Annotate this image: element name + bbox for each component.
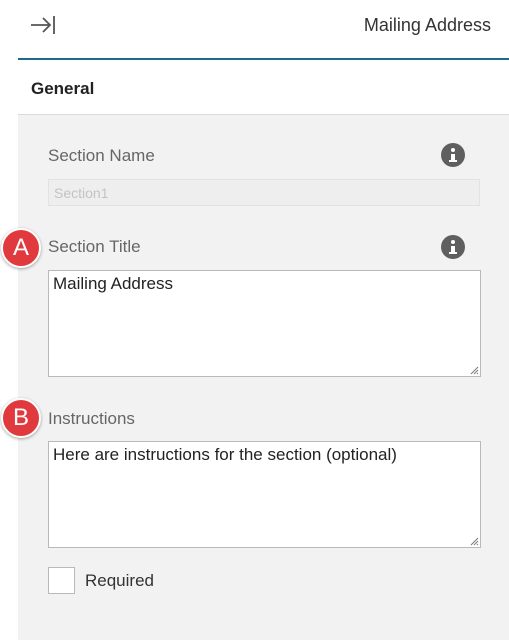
collapse-right-arrow-icon [31,16,55,34]
section-title-textarea[interactable]: Mailing Address [48,270,481,377]
section-title-value: Mailing Address [53,274,174,293]
callout-marker-b: B [1,398,41,438]
section-name-input[interactable] [48,179,480,206]
properties-panel: Mailing Address General Section Name A S… [0,0,509,640]
resize-grip-icon[interactable] [469,536,479,546]
tab-general[interactable]: General [18,60,509,115]
required-label: Required [85,571,154,590]
instructions-label: Instructions [48,409,135,428]
panel-title: Mailing Address [363,15,491,35]
info-icon[interactable] [441,143,465,167]
instructions-value: Here are instructions for the section (o… [53,445,397,464]
required-checkbox[interactable] [48,567,75,594]
collapse-panel-button[interactable] [28,10,60,40]
section-title-label: Section Title [48,237,141,256]
panel-header: Mailing Address [0,0,509,58]
instructions-textarea[interactable]: Here are instructions for the section (o… [48,441,481,548]
section-name-label: Section Name [48,146,155,165]
info-icon[interactable] [441,235,465,259]
resize-grip-icon[interactable] [469,365,479,375]
tab-general-label: General [31,79,95,98]
callout-marker-a: A [1,228,41,268]
